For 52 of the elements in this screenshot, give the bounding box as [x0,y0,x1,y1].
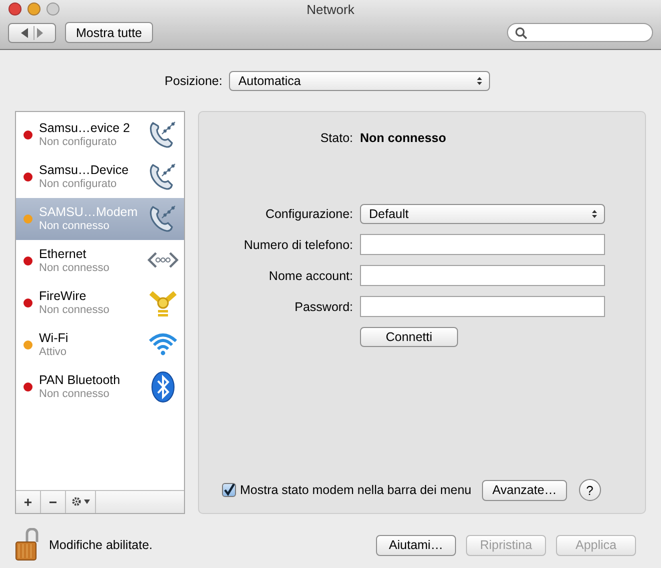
input-field[interactable] [360,234,605,255]
show-all-button[interactable]: Mostra tutte [65,22,153,43]
padlock-icon[interactable] [15,528,41,562]
footer-button[interactable]: Aiutami… [376,534,456,556]
service-status: Non connesso [39,219,110,233]
search-icon [515,26,527,38]
service-status: Non connesso [39,261,110,275]
service-status: Non configurato [39,177,118,191]
gear-icon [70,496,90,507]
updown-icon [476,76,484,86]
status-value: Non connesso [360,131,448,145]
service-status: Non connesso [39,303,110,317]
service-item[interactable]: Ethernet Non connesso [16,240,184,282]
service-item[interactable]: FireWire Non connesso [16,282,184,324]
service-name: PAN Bluetooth [39,373,122,387]
checkbox-label: Mostra stato modem nella barra dei menu [240,483,472,497]
checkmark-icon [223,484,235,496]
checkbox[interactable] [222,483,236,497]
service-status: Attivo [39,345,68,359]
help-button[interactable]: ? [578,479,601,501]
field-label: Password: [294,300,353,314]
remove-button[interactable]: − [41,491,66,513]
service-name: SAMSU…Modem [39,205,139,219]
service-item[interactable]: Wi-Fi Attivo [16,324,184,366]
field-label: Nome account: [268,268,353,282]
add-button[interactable]: + [16,491,41,513]
configuration-label: Configurazione: [264,207,353,221]
service-name: Samsu…evice 2 [39,121,132,135]
location-label: Posizione: [164,74,222,88]
field-label: Numero di telefono: [242,238,353,252]
search-field[interactable] [507,23,653,42]
connect-button[interactable]: Connetti [360,327,458,347]
window-controls-icon[interactable] [8,2,60,16]
updown-icon [591,209,598,219]
configuration-dropdown[interactable]: Default [360,204,605,224]
service-name: FireWire [39,289,88,303]
service-item[interactable]: Samsu…Device Non configurato [16,156,184,198]
service-item[interactable]: PAN Bluetooth Non connesso [16,366,184,408]
input-field[interactable] [360,296,605,317]
input-field[interactable] [360,265,605,286]
service-name: Ethernet [39,247,88,261]
status-label: Stato: [319,131,353,145]
lock-label: Modifiche abilitate. [49,538,153,552]
advanced-button[interactable]: Avanzate… [482,480,567,500]
window-title: Network [306,2,354,17]
service-item[interactable]: Samsu…evice 2 Non configurato [16,114,184,156]
service-name: Wi-Fi [39,331,70,345]
service-status: Non configurato [39,135,118,149]
service-status: Non connesso [39,387,110,401]
location-dropdown[interactable]: Automatica [229,71,490,91]
back-forward-buttons[interactable] [8,22,56,42]
service-name: Samsu…Device [39,163,130,177]
